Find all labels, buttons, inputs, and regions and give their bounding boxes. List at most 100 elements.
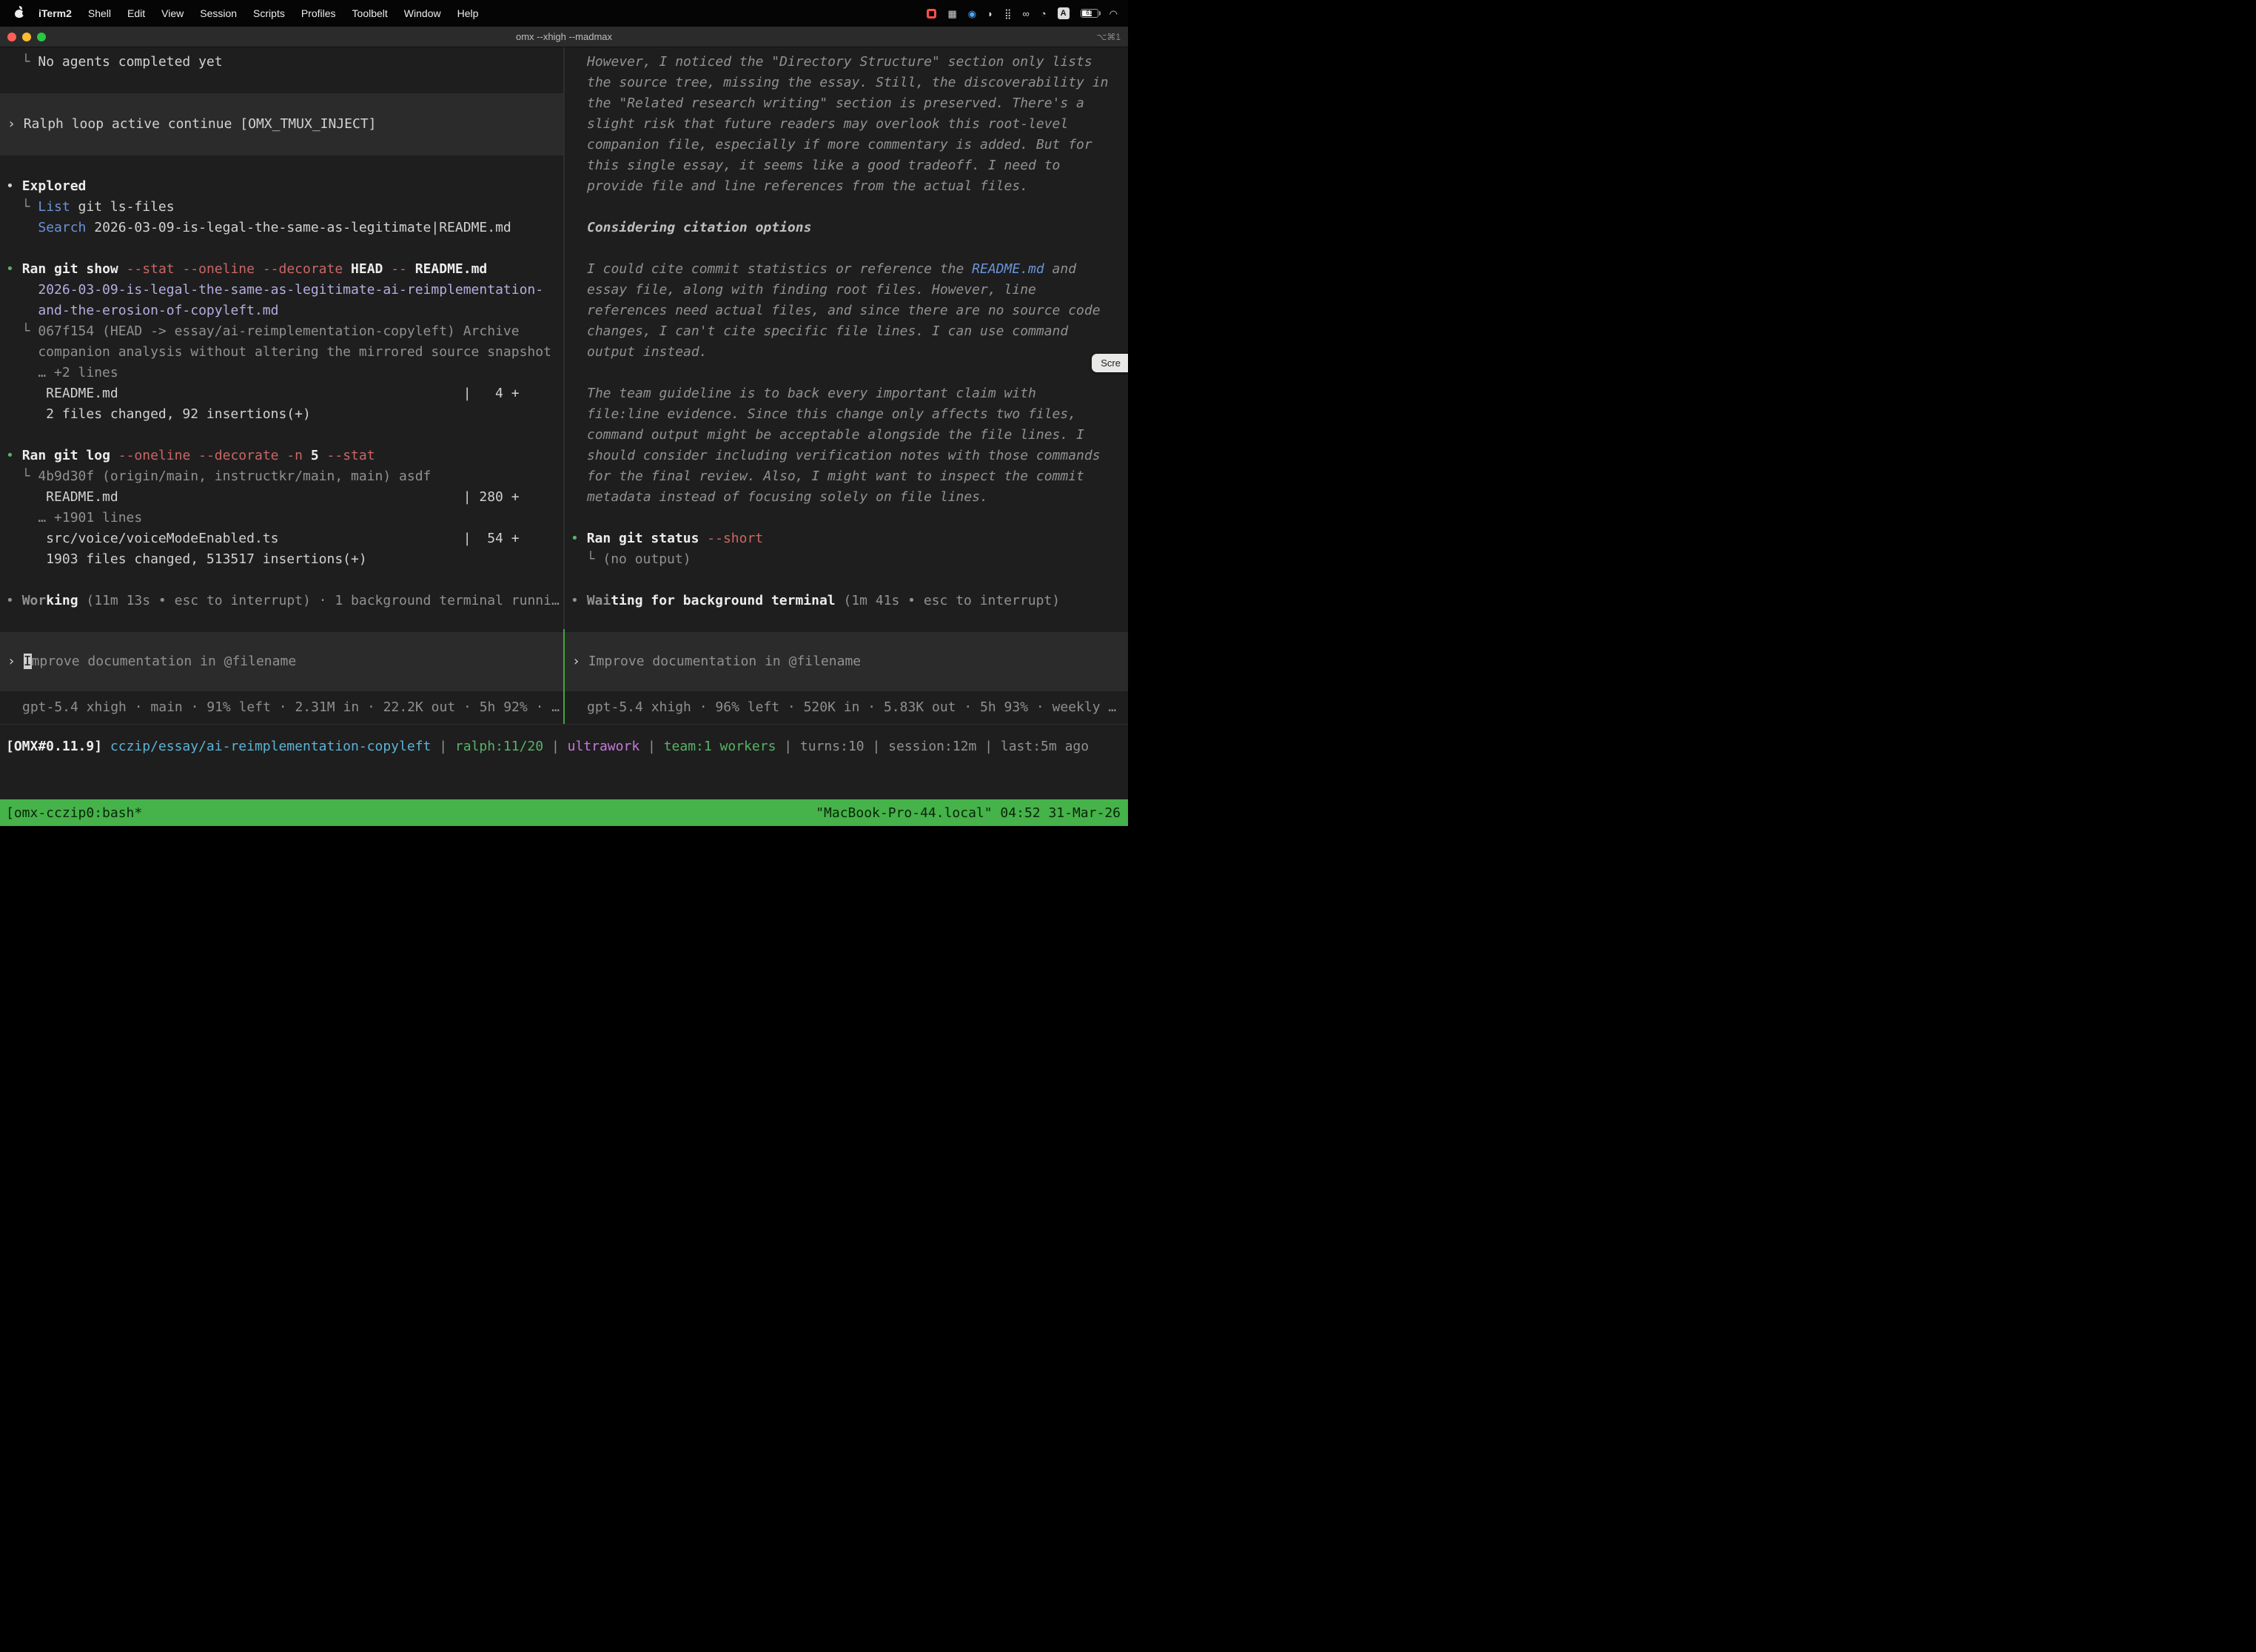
terminal-line: • Waiting for background terminal (1m 41…: [565, 591, 1128, 611]
window-titlebar[interactable]: omx --xhigh --madmax ⌥⌘1: [0, 27, 1128, 47]
text-segment: companion analysis without altering the …: [6, 344, 551, 360]
terminal-line: └ 067f154 (HEAD -> essay/ai-reimplementa…: [0, 321, 563, 342]
text-segment: [6, 303, 38, 318]
model-status-left: gpt-5.4 xhigh · main · 91% left · 2.31M …: [0, 691, 563, 724]
keyboard-icon[interactable]: ▦: [947, 9, 956, 19]
left-pre-lines: └ No agents completed yet: [0, 52, 563, 73]
menubar-item-edit[interactable]: Edit: [119, 7, 153, 19]
text-segment: 067f154 (HEAD -> essay/ai-reimplementati…: [38, 323, 519, 339]
text-segment: |: [543, 739, 568, 754]
close-button[interactable]: [7, 33, 16, 41]
prompt-input-left-line[interactable]: › Improve documentation in @filename: [0, 651, 563, 672]
menubar-item-profiles[interactable]: Profiles: [293, 7, 344, 19]
menubar-item-toolbelt[interactable]: Toolbelt: [344, 7, 396, 19]
screen-recording-stop-icon[interactable]: [927, 9, 936, 19]
terminal-line: src/voice/voiceModeEnabled.ts | 54 +: [0, 528, 563, 549]
text-segment: [OMX#0.11.9]: [6, 739, 102, 754]
text-segment: No agents completed yet: [38, 54, 222, 70]
window-shortcut-badge: ⌥⌘1: [1096, 32, 1128, 42]
wifi-icon[interactable]: ◠: [1109, 9, 1118, 19]
menubar-item-window[interactable]: Window: [396, 7, 449, 19]
text-segment: 1903 files changed, 513517 insertions(+): [6, 551, 367, 567]
text-segment: └: [6, 323, 38, 339]
menubar-items: iTerm2ShellEditViewSessionScriptsProfile…: [30, 7, 486, 19]
screen-share-overlay-button[interactable]: Scre: [1092, 354, 1128, 372]
menubar-item-iterm2[interactable]: iTerm2: [30, 7, 80, 19]
text-segment: --short: [707, 531, 763, 546]
text-segment: and-the-erosion-of-copyleft.md: [38, 303, 278, 318]
terminal-line: [0, 570, 563, 591]
text-segment: HEAD: [351, 261, 391, 277]
text-segment: •: [6, 593, 22, 608]
terminal-line: • Working (11m 13s • esc to interrupt) ·…: [0, 591, 563, 611]
terminal-line: • Ran git status --short: [565, 528, 1128, 549]
menubar-item-view[interactable]: View: [153, 7, 192, 19]
input-text: mprove documentation in @filename: [32, 654, 297, 669]
text-cursor: I: [24, 654, 32, 669]
terminal-line: README.md | 280 +: [0, 487, 563, 508]
text-segment: [6, 220, 38, 235]
text-segment: --: [391, 261, 415, 277]
tmux-host-clock: "MacBook-Pro-44.local" 04:52 31-Mar-26: [816, 805, 1122, 821]
menubar-item-session[interactable]: Session: [192, 7, 245, 19]
terminal-line: [565, 197, 1128, 218]
text-segment: Considering citation options: [587, 220, 811, 235]
text-segment: └: [6, 469, 38, 484]
text-segment: (1m 41s • esc to interrupt): [836, 593, 1060, 608]
text-segment: List: [38, 199, 70, 215]
text-segment: •: [6, 178, 22, 194]
text-segment: └: [6, 199, 38, 215]
terminal-line: companion analysis without altering the …: [0, 342, 563, 363]
text-segment: Ralph loop active continue [OMX_TMUX_INJ…: [24, 116, 377, 132]
text-segment: ›: [7, 116, 24, 132]
text-segment: turns:10: [800, 739, 865, 754]
terminal-line: └ List git ls-files: [0, 197, 563, 218]
terminal-line: 1903 files changed, 513517 insertions(+): [0, 549, 563, 570]
shortcut-icon[interactable]: ∞: [1023, 9, 1030, 19]
prompt-input-right-line[interactable]: › Improve documentation in @filename: [565, 651, 1128, 672]
battery-icon[interactable]: 61: [1081, 9, 1098, 18]
text-segment: •: [6, 448, 22, 463]
terminal-line: [0, 425, 563, 446]
text-segment: └: [6, 54, 38, 70]
meter-icon[interactable]: ◔: [1041, 9, 1047, 19]
terminal-content: └ No agents completed yet › Ralph loop a…: [0, 47, 1128, 724]
left-pane[interactable]: └ No agents completed yet › Ralph loop a…: [0, 47, 563, 724]
app-status-icon-blue[interactable]: ◉: [968, 9, 976, 19]
text-segment: 2026-03-09-is-legal-the-same-as-legitima…: [38, 282, 543, 298]
terminal-line: └ (no output): [565, 549, 1128, 570]
terminal-line: … +1901 lines: [0, 508, 563, 528]
right-agent-log: However, I noticed the "Directory Struct…: [565, 52, 1128, 611]
text-segment: The team guideline is to back every impo…: [587, 386, 1108, 505]
terminal-line: 2 files changed, 92 insertions(+): [0, 404, 563, 425]
text-segment: ultrawork: [568, 739, 640, 754]
minimize-button[interactable]: [22, 33, 31, 41]
apple-menu-icon[interactable]: [15, 6, 24, 21]
app-grid-icon[interactable]: ⣿: [1004, 9, 1012, 19]
menubar-item-scripts[interactable]: Scripts: [245, 7, 293, 19]
terminal-line: Search 2026-03-09-is-legal-the-same-as-l…: [0, 218, 563, 238]
terminal-line: [0, 238, 563, 259]
right-pane-scrollback: However, I noticed the "Directory Struct…: [565, 47, 1128, 632]
omx-status-region: [OMX#0.11.9] cczip/essay/ai-reimplementa…: [0, 724, 1128, 799]
prompt-input-left[interactable]: › Improve documentation in @filename: [0, 632, 563, 691]
zoom-button[interactable]: [37, 33, 46, 41]
text-segment: README.md | 4 +: [6, 386, 520, 401]
menubar-status-icons: ▦ ◉ ◗ ⣿ ∞ ◔ A 61 ◠: [927, 7, 1118, 19]
window-title: omx --xhigh --madmax: [0, 31, 1128, 42]
terminal-line: Considering citation options: [565, 218, 1128, 238]
text-segment: Search: [38, 220, 86, 235]
traffic-lights: [0, 33, 46, 41]
text-segment: git log: [54, 448, 118, 463]
app-status-icon-dark[interactable]: ◗: [987, 9, 993, 19]
ralph-loop-banner-line: › Ralph loop active continue [OMX_TMUX_I…: [0, 114, 563, 135]
terminal-line: └ No agents completed yet: [0, 52, 563, 73]
menubar-item-help[interactable]: Help: [449, 7, 487, 19]
text-segment: [102, 739, 110, 754]
menubar-item-shell[interactable]: Shell: [80, 7, 119, 19]
input-source-icon[interactable]: A: [1058, 7, 1070, 19]
right-pane[interactable]: However, I noticed the "Directory Struct…: [565, 47, 1128, 724]
text-segment: (11m 13s • esc to interrupt): [78, 593, 311, 608]
prompt-chevron: ›: [7, 654, 24, 669]
prompt-input-right[interactable]: › Improve documentation in @filename: [565, 632, 1128, 691]
